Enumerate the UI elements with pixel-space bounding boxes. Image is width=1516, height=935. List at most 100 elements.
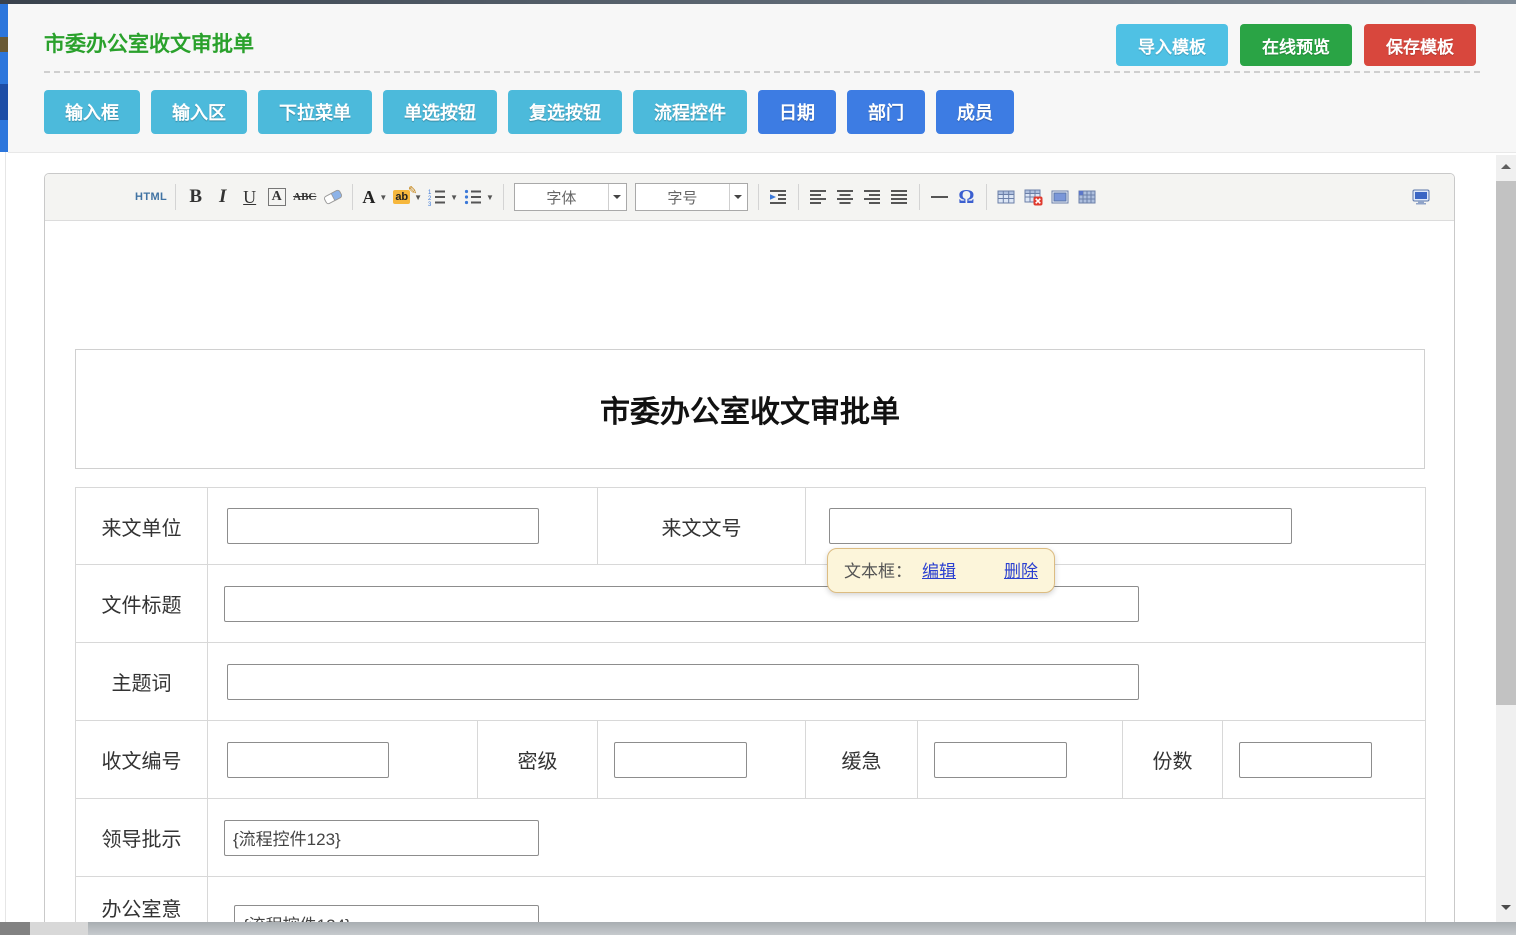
delete-table-icon[interactable] <box>1020 182 1047 212</box>
taskbar-segment <box>0 922 30 935</box>
highlight-glyph: ab <box>393 190 410 204</box>
leader-instructions-cell <box>208 799 1426 877</box>
secrecy-level-cell <box>598 721 806 799</box>
font-size-select[interactable]: 字号 <box>635 183 748 211</box>
scrollbar-thumb[interactable] <box>1496 181 1516 705</box>
table-properties-icon[interactable] <box>1047 182 1074 212</box>
widget-department-button[interactable]: 部门 <box>847 90 925 134</box>
urgency-label: 缓急 <box>806 721 918 799</box>
eraser-icon[interactable] <box>319 182 346 212</box>
background-window-edge <box>0 4 8 152</box>
field-action-tooltip: 文本框： 编辑 删除 <box>827 548 1055 593</box>
special-character-icon[interactable]: Ω <box>953 182 980 212</box>
unordered-list-icon[interactable]: ▼ <box>461 182 497 212</box>
fullscreen-icon[interactable] <box>1407 182 1434 212</box>
form-title-box: 市委办公室收文审批单 <box>75 349 1425 469</box>
toolbar-separator <box>758 184 759 210</box>
edit-link[interactable]: 编辑 <box>922 557 956 582</box>
header-divider <box>44 71 1480 73</box>
secrecy-level-label: 密级 <box>478 721 598 799</box>
window-edge-mark <box>0 84 8 120</box>
horizontal-rule-icon[interactable] <box>926 182 953 212</box>
tooltip-label: 文本框： <box>844 557 912 582</box>
receipt-number-cell <box>208 721 478 799</box>
leader-instructions-label: 领导批示 <box>76 799 208 877</box>
widget-member-button[interactable]: 成员 <box>936 90 1014 134</box>
widget-checkbox-button[interactable]: 复选按钮 <box>508 90 622 134</box>
incoming-doc-number-input[interactable] <box>829 508 1292 544</box>
delete-link[interactable]: 删除 <box>1004 557 1038 582</box>
bold-icon[interactable]: B <box>182 182 209 212</box>
scroll-up-arrow-icon[interactable] <box>1496 159 1516 173</box>
widget-input-box-button[interactable]: 输入框 <box>44 90 140 134</box>
taskbar-segment <box>30 922 88 935</box>
document-title-cell <box>208 565 1426 643</box>
insert-table-icon[interactable] <box>993 182 1020 212</box>
html-source-icon[interactable]: HTML <box>135 191 167 203</box>
save-template-button[interactable]: 保存模板 <box>1364 24 1476 66</box>
window-top-edge <box>0 0 1516 4</box>
online-preview-button[interactable]: 在线预览 <box>1240 24 1352 66</box>
copies-count-input[interactable] <box>1239 742 1372 778</box>
italic-icon[interactable]: I <box>209 182 236 212</box>
widget-radio-button[interactable]: 单选按钮 <box>383 90 497 134</box>
font-size-value: 字号 <box>636 187 729 208</box>
subject-words-cell <box>208 643 1426 721</box>
widget-dropdown-button[interactable]: 下拉菜单 <box>258 90 372 134</box>
page-header: 市委办公室收文审批单 导入模板 在线预览 保存模板 输入框 输入区 下拉菜单 单… <box>8 4 1516 153</box>
toolbar-separator <box>175 184 176 210</box>
font-color-glyph: A <box>362 187 375 208</box>
form-title: 市委办公室收文审批单 <box>600 387 900 431</box>
align-right-icon[interactable] <box>859 182 886 212</box>
urgency-input[interactable] <box>934 742 1067 778</box>
scroll-down-arrow-icon[interactable] <box>1496 900 1516 914</box>
import-template-button[interactable]: 导入模板 <box>1116 24 1228 66</box>
font-border-glyph: A <box>268 188 286 206</box>
chevron-down-icon: ▼ <box>450 193 458 202</box>
incoming-doc-number-label: 来文文号 <box>598 488 806 565</box>
page-title: 市委办公室收文审批单 <box>44 28 254 58</box>
hr-glyph <box>931 196 948 198</box>
page-left-border <box>5 152 6 922</box>
leader-instructions-input[interactable] <box>224 820 539 856</box>
cell-properties-icon[interactable] <box>1074 182 1101 212</box>
vertical-scrollbar[interactable] <box>1496 155 1516 922</box>
chevron-down-icon <box>608 184 626 210</box>
ordered-list-icon[interactable]: 123 ▼ <box>425 182 461 212</box>
subject-words-input[interactable] <box>227 664 1139 700</box>
toolbar-separator <box>986 184 987 210</box>
chevron-down-icon <box>729 184 747 210</box>
urgency-cell <box>918 721 1123 799</box>
strikethrough-icon[interactable]: ABC <box>290 182 319 212</box>
align-center-icon[interactable] <box>832 182 859 212</box>
header-actions: 导入模板 在线预览 保存模板 <box>1116 24 1476 66</box>
align-justify-icon[interactable] <box>886 182 913 212</box>
table-row: 主题词 <box>76 643 1426 721</box>
indent-icon[interactable] <box>765 182 792 212</box>
screen: 市委办公室收文审批单 导入模板 在线预览 保存模板 输入框 输入区 下拉菜单 单… <box>0 0 1516 935</box>
receipt-number-label: 收文编号 <box>76 721 208 799</box>
widget-flow-control-button[interactable]: 流程控件 <box>633 90 747 134</box>
highlight-icon[interactable]: ab▼ <box>390 182 425 212</box>
chevron-down-icon: ▼ <box>379 193 387 202</box>
font-color-icon[interactable]: A▼ <box>359 182 390 212</box>
toolbar-separator <box>798 184 799 210</box>
svg-text:3: 3 <box>428 202 432 206</box>
incoming-unit-input[interactable] <box>227 508 539 544</box>
secrecy-level-input[interactable] <box>614 742 747 778</box>
receipt-number-input[interactable] <box>227 742 389 778</box>
widget-input-area-button[interactable]: 输入区 <box>151 90 247 134</box>
taskbar-edge <box>0 922 1516 935</box>
incoming-unit-cell <box>208 488 598 565</box>
font-border-icon[interactable]: A <box>263 182 290 212</box>
chevron-down-icon: ▼ <box>486 193 494 202</box>
align-left-icon[interactable] <box>805 182 832 212</box>
underline-icon[interactable]: U <box>236 182 263 212</box>
table-row: 来文单位 来文文号 <box>76 488 1426 565</box>
widget-date-button[interactable]: 日期 <box>758 90 836 134</box>
editor-toolbar: HTML B I U A ABC A▼ ab▼ 123 ▼ ▼ 字体 <box>45 174 1454 221</box>
subject-words-label: 主题词 <box>76 643 208 721</box>
font-family-select[interactable]: 字体 <box>514 183 627 211</box>
copies-count-cell <box>1223 721 1426 799</box>
document-title-label: 文件标题 <box>76 565 208 643</box>
